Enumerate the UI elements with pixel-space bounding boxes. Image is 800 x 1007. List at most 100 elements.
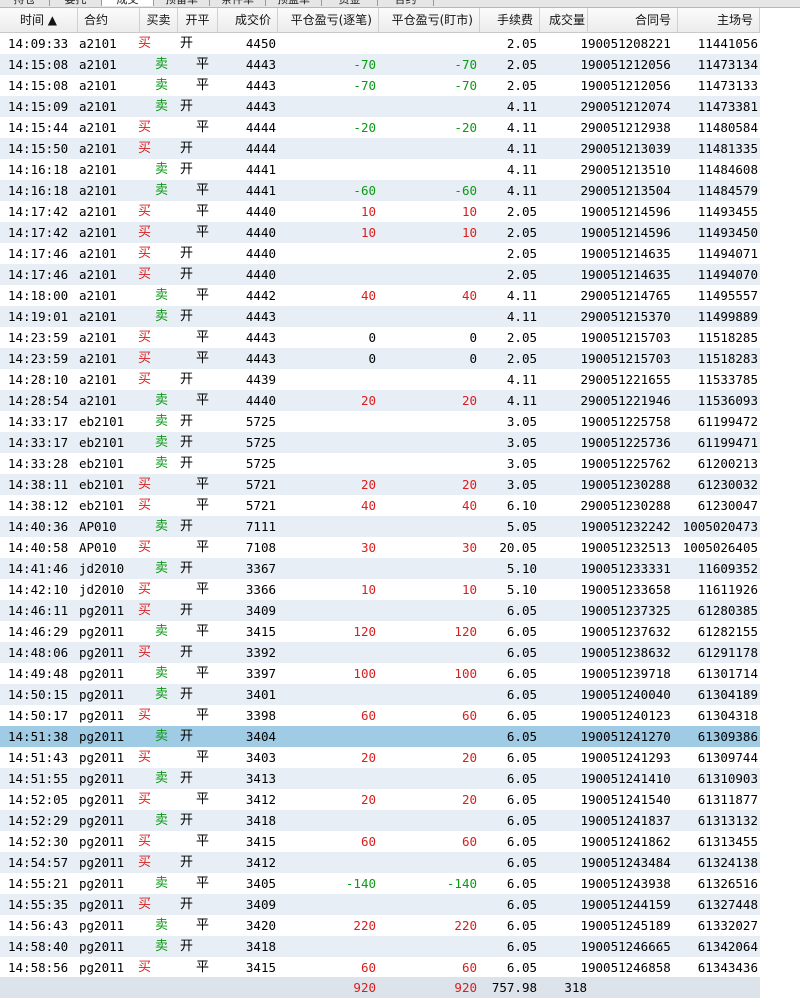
cell-order-no: 90051225736 — [588, 435, 671, 450]
table-row[interactable]: 14:46:11 pg2011 买 开 3409 6.05 1 90051237325 6128… — [0, 600, 760, 621]
table-row[interactable]: 14:54:57 pg2011 买 开 3412 6.05 1 90051243484 6132… — [0, 852, 760, 873]
column-header-fee[interactable]: 手续费 — [480, 8, 540, 32]
tab-5[interactable]: 预盈单 — [266, 0, 322, 6]
cell-open-close: 平 — [196, 330, 210, 345]
tab-1[interactable]: 委托 — [50, 0, 102, 6]
table-row[interactable]: 14:23:59 a2101 买 平 4443 0 0 2.05 1 90051215703 115… — [0, 327, 760, 348]
column-header-volume[interactable]: 成交量 — [540, 8, 588, 32]
table-row[interactable]: 14:52:29 pg2011 卖开 3418 6.05 1 90051241837 6131… — [0, 810, 760, 831]
tab-6[interactable]: 资金 — [322, 0, 378, 6]
column-header-order-no[interactable]: 合同号 — [588, 8, 678, 32]
cell-price: 5721 — [245, 498, 276, 513]
table-row[interactable]: 14:28:54 a2101 卖 平 4440 20 20 4.11 2 90051221946 1… — [0, 390, 760, 411]
tab-3[interactable]: 预留单 — [154, 0, 210, 6]
table-row[interactable]: 14:23:59 a2101 买 平 4443 0 0 2.05 1 90051215703 115… — [0, 348, 760, 369]
cell-volume: 1 — [580, 897, 588, 912]
table-row[interactable]: 14:15:08 a2101 卖 平 4443 -70 -70 2.05 1 9005121205… — [0, 75, 760, 96]
column-header-contract[interactable]: 合约 — [78, 8, 140, 32]
cell-pnl-day: 100 — [454, 666, 477, 681]
column-header-pnl-each[interactable]: 平仓盈亏(逐笔) — [278, 8, 379, 32]
table-row[interactable]: 14:51:55 pg2011 卖开 3413 6.05 1 90051241410 6131… — [0, 768, 760, 789]
cell-pnl-day: -70 — [454, 78, 477, 93]
cell-deal-no: 11480584 — [697, 120, 758, 135]
table-row[interactable]: 14:17:46 a2101 买 开 4440 2.05 1 90051214635 11494… — [0, 243, 760, 264]
table-row[interactable]: 14:50:15 pg2011 卖开 3401 6.05 1 90051240040 6130… — [0, 684, 760, 705]
column-header-time[interactable]: 时间 ▲ — [0, 8, 78, 32]
tab-0[interactable]: 持仓 — [0, 0, 50, 6]
cell-open-close: 平 — [196, 393, 210, 408]
cell-volume: 1 — [580, 57, 588, 72]
table-row[interactable]: 14:15:50 a2101 买 开 4444 4.11 2 90051213039 11481… — [0, 138, 760, 159]
cell-pnl-day — [379, 600, 477, 621]
table-row[interactable]: 14:15:08 a2101 卖 平 4443 -70 -70 2.05 1 9005121205… — [0, 54, 760, 75]
table-row[interactable]: 14:28:10 a2101 买 开 4439 4.11 2 90051221655 11533… — [0, 369, 760, 390]
table-row[interactable]: 14:52:30 pg2011 买 平 3415 60 60 6.05 1 90051241862… — [0, 831, 760, 852]
cell-open-close: 开 — [180, 435, 194, 450]
cell-pnl-each: 40 — [360, 498, 376, 513]
cell-price: 5721 — [245, 477, 276, 492]
table-row[interactable]: 14:09:33 a2101 买 开 4450 2.05 1 90051208221 11441… — [0, 33, 760, 54]
table-row[interactable]: 14:58:56 pg2011 买 平 3415 60 60 6.05 1 90051246858… — [0, 957, 760, 978]
cell-order-no: 90051233658 — [588, 582, 671, 597]
cell-open-close: 开 — [180, 855, 194, 870]
table-row[interactable]: 14:46:29 pg2011 卖 平 3415 120 120 6.05 1 900512376… — [0, 621, 760, 642]
cell-open-close: 平 — [196, 540, 210, 555]
table-row[interactable]: 14:16:18 a2101 卖 平 4441 -60 -60 4.11 2 9005121350… — [0, 180, 760, 201]
cell-pnl-each: -60 — [353, 183, 376, 198]
table-row[interactable]: 14:40:58 AP010 买 平 7108 30 30 20.05 1 90051232513… — [0, 537, 760, 558]
table-row[interactable]: 14:17:42 a2101 买 平 4440 10 10 2.05 1 90051214596 1… — [0, 201, 760, 222]
table-row[interactable]: 14:49:48 pg2011 卖 平 3397 100 100 6.05 1 900512397… — [0, 663, 760, 684]
table-row[interactable]: 14:51:43 pg2011 买 平 3403 20 20 6.05 1 90051241293… — [0, 747, 760, 768]
cell-contract: pg2011 — [79, 792, 125, 807]
table-row[interactable]: 14:52:05 pg2011 买 平 3412 20 20 6.05 1 90051241540… — [0, 789, 760, 810]
table-row[interactable]: 14:42:10 jd2010 买 平 3366 10 10 5.10 1 90051233658… — [0, 579, 760, 600]
table-row[interactable]: 14:15:44 a2101 买 平 4444 -20 -20 4.11 2 9005121293… — [0, 117, 760, 138]
column-header-deal-no[interactable]: 主场号 — [678, 8, 760, 32]
table-row[interactable]: 14:41:46 jd2010 卖开 3367 5.10 1 90051233331 1160… — [0, 558, 760, 579]
cell-contract: a2101 — [79, 393, 117, 408]
table-row[interactable]: 14:33:28 eb2101 卖开 5725 3.05 1 90051225762 6120… — [0, 453, 760, 474]
table-row[interactable]: 14:55:21 pg2011 卖 平 3405 -140 -140 6.05 1 9005124… — [0, 873, 760, 894]
table-row[interactable]: 14:56:43 pg2011 卖 平 3420 220 220 6.05 1 900512451… — [0, 915, 760, 936]
cell-price: 3392 — [245, 645, 276, 660]
table-row[interactable]: 14:17:42 a2101 买 平 4440 10 10 2.05 1 90051214596 1… — [0, 222, 760, 243]
cell-order-no: 90051232242 — [588, 519, 671, 534]
table-row[interactable]: 14:17:46 a2101 买 开 4440 2.05 1 90051214635 11494… — [0, 264, 760, 285]
tab-7[interactable]: 合约 — [378, 0, 434, 6]
table-row[interactable]: 14:33:17 eb2101 卖开 5725 3.05 1 90051225736 6119… — [0, 432, 760, 453]
cell-order-no: 90051215703 — [588, 330, 671, 345]
table-row[interactable]: 14:33:17 eb2101 卖开 5725 3.05 1 90051225758 6119… — [0, 411, 760, 432]
cell-time: 14:09:33 — [8, 36, 69, 51]
tab-4[interactable]: 条件单 — [210, 0, 266, 6]
table-row[interactable]: 14:19:01 a2101 卖开 4443 4.11 2 90051215370 11499… — [0, 306, 760, 327]
table-row[interactable]: 14:38:12 eb2101 买 平 5721 40 40 6.10 2 90051230288… — [0, 495, 760, 516]
table-row[interactable]: 14:40:36 AP010 卖开 7111 5.05 1 90051232242 10050… — [0, 516, 760, 537]
table-row[interactable]: 14:18:00 a2101 卖 平 4442 40 40 4.11 2 90051214765 1… — [0, 285, 760, 306]
table-row[interactable]: 14:50:17 pg2011 买 平 3398 60 60 6.05 1 90051240123… — [0, 705, 760, 726]
column-header-price[interactable]: 成交价 — [218, 8, 278, 32]
table-row[interactable]: 14:16:18 a2101 卖开 4441 4.11 2 90051213510 11484… — [0, 159, 760, 180]
cell-fee: 6.05 — [506, 960, 537, 975]
cell-fee: 3.05 — [506, 477, 537, 492]
table-row[interactable]: 14:58:40 pg2011 卖开 3418 6.05 1 90051246665 6134… — [0, 936, 760, 957]
cell-price: 3420 — [245, 918, 276, 933]
cell-deal-no: 11441056 — [697, 36, 758, 51]
cell-order-no: 90051240040 — [588, 687, 671, 702]
cell-time: 14:40:36 — [8, 519, 69, 534]
column-header-side[interactable]: 买卖 — [140, 8, 178, 32]
cell-time: 14:51:38 — [8, 729, 69, 744]
tab-bar: 持仓委托成交预留单条件单预盈单资金合约 — [0, 0, 800, 8]
table-row[interactable]: 14:15:09 a2101 卖开 4443 4.11 2 90051212074 11473… — [0, 96, 760, 117]
table-row[interactable]: 14:55:35 pg2011 买 开 3409 6.05 1 90051244159 6132… — [0, 894, 760, 915]
cell-volume: 1 — [580, 687, 588, 702]
table-row[interactable]: 14:51:38 pg2011 卖开 3404 6.05 1 90051241270 6130… — [0, 726, 760, 747]
cell-time: 14:46:11 — [8, 603, 69, 618]
table-row[interactable]: 14:38:11 eb2101 买 平 5721 20 20 3.05 1 90051230288… — [0, 474, 760, 495]
cell-pnl-day — [379, 768, 477, 789]
column-header-open-close[interactable]: 开平 — [178, 8, 218, 32]
cell-pnl-day: 0 — [469, 351, 477, 366]
table-row[interactable]: 14:48:06 pg2011 买 开 3392 6.05 1 90051238632 6129… — [0, 642, 760, 663]
cell-pnl-day — [379, 684, 477, 705]
tab-2[interactable]: 成交 — [102, 0, 154, 6]
column-header-pnl-day[interactable]: 平仓盈亏(盯市) — [379, 8, 480, 32]
